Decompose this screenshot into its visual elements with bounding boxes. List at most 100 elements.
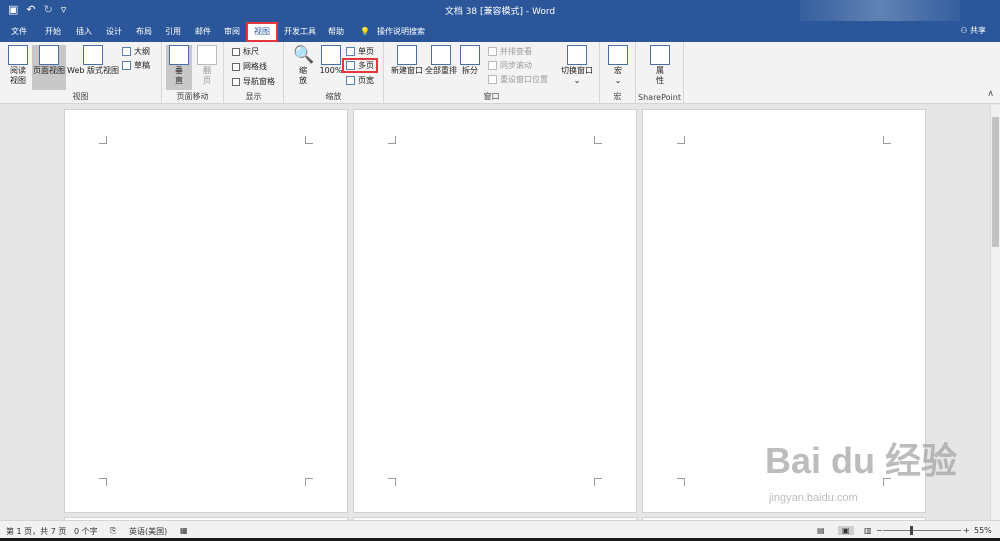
group-macros: 宏 ⌄ 宏 (600, 42, 636, 104)
tab-design[interactable]: 设计 (106, 24, 122, 40)
sync-scroll-label: 同步滚动 (500, 61, 532, 70)
page-2[interactable] (353, 109, 637, 513)
tab-file[interactable]: 文件 (11, 24, 27, 40)
chevron-down-icon: ⌄ (573, 76, 581, 85)
corner-mark (883, 136, 891, 144)
ruler-checkbox[interactable]: 标尺 (232, 46, 259, 57)
group-window: 新建窗口 全部重排 拆分 并排查看 同步滚动 重设窗口位置 切换窗口 ⌄ 窗口 (384, 42, 600, 104)
language[interactable]: 英语(美国) (129, 526, 167, 537)
zoom-button[interactable]: 🔍 缩 放 (290, 45, 316, 86)
side-by-side-icon (488, 47, 497, 56)
chevron-down-icon: ⌄ (614, 76, 622, 85)
web-layout-status-icon[interactable]: ▥ (864, 526, 872, 535)
new-window-button[interactable]: 新建窗口 (388, 45, 426, 76)
side-to-side-button[interactable]: 翻 页 (194, 45, 220, 86)
web-layout-label: Web 版式视图 (67, 66, 119, 75)
vertical-label: 垂 直 (175, 66, 183, 85)
group-show: 标尺 网格线 导航窗格 显示 (224, 42, 284, 104)
corner-mark (305, 478, 313, 486)
ruler-label: 标尺 (243, 47, 259, 56)
group-label-window: 窗口 (483, 92, 500, 101)
properties-button[interactable]: 属 性 (648, 45, 672, 86)
read-mode-status-icon[interactable]: ▤ (817, 526, 825, 535)
tab-help[interactable]: 帮助 (328, 24, 344, 40)
zoom-out-button[interactable]: − (876, 526, 883, 535)
tab-references[interactable]: 引用 (165, 24, 181, 40)
navpane-check[interactable] (232, 77, 240, 86)
zoom-slider-track[interactable] (883, 530, 961, 531)
read-mode-label: 阅读 视图 (10, 66, 26, 85)
multiple-pages-icon (346, 61, 355, 70)
tab-view[interactable]: 视图 (246, 22, 278, 42)
corner-mark (594, 136, 602, 144)
split-button[interactable]: 拆分 (458, 45, 482, 76)
tab-home[interactable]: 开始 (45, 24, 61, 40)
tab-layout[interactable]: 布局 (136, 24, 152, 40)
group-zoom: 🔍 缩 放 100% 单页 多页 页宽 缩放 (284, 42, 384, 104)
vertical-button[interactable]: 垂 直 (166, 45, 192, 90)
zoom-level[interactable]: 55% (974, 526, 992, 535)
word-count[interactable]: 0 个字 (74, 526, 98, 537)
outline-icon (122, 47, 131, 56)
collapse-ribbon-icon[interactable]: ∧ (987, 89, 994, 99)
outline-button[interactable]: 大纲 (122, 46, 150, 57)
print-layout-button[interactable]: 页面视图 (32, 45, 66, 90)
tab-mailings[interactable]: 邮件 (195, 24, 211, 40)
switch-windows-icon (567, 45, 587, 65)
share-label: 共享 (970, 26, 986, 35)
group-views: 阅读 视图 页面视图 Web 版式视图 大纲 草稿 视图 (0, 42, 162, 104)
reset-window-button[interactable]: 重设窗口位置 (488, 74, 548, 85)
one-page-icon (346, 47, 355, 56)
web-layout-icon (83, 45, 103, 65)
corner-mark (388, 136, 396, 144)
baidu-watermark: Bai du 经验 jingyan.baidu.com (765, 432, 965, 512)
sync-scroll-button[interactable]: 同步滚动 (488, 60, 532, 71)
web-layout-button[interactable]: Web 版式视图 (66, 45, 120, 76)
page-count[interactable]: 第 1 页，共 7 页 (6, 526, 66, 537)
tell-me-search[interactable]: 操作说明搜索 (377, 24, 425, 40)
gridlines-checkbox[interactable]: 网格线 (232, 61, 267, 72)
arrange-all-button[interactable]: 全部重排 (424, 45, 458, 76)
title-bar: ▣ ↶ ↻ ▿ 文档 38 [兼容模式] - Word (0, 0, 1000, 21)
gridlines-check[interactable] (232, 62, 240, 71)
watermark-url: jingyan.baidu.com (769, 492, 858, 504)
navpane-checkbox[interactable]: 导航窗格 (232, 76, 275, 87)
macros-icon (608, 45, 628, 65)
arrange-all-icon (431, 45, 451, 65)
zoom-100-button[interactable]: 100% (318, 45, 344, 76)
corner-mark (99, 136, 107, 144)
page-width-button[interactable]: 页宽 (346, 75, 374, 86)
vertical-scrollbar[interactable] (990, 105, 1000, 520)
scrollbar-thumb[interactable] (992, 117, 999, 247)
side-by-side-button[interactable]: 并排查看 (488, 46, 532, 57)
ribbon: 阅读 视图 页面视图 Web 版式视图 大纲 草稿 视图 垂 直 翻 页 页面移… (0, 42, 1000, 104)
multiple-pages-button[interactable]: 多页 (342, 58, 378, 73)
ruler-check[interactable] (232, 47, 240, 56)
macro-record-icon[interactable]: ▦ (180, 526, 188, 535)
zoom-slider-thumb[interactable] (910, 526, 913, 535)
zoom-in-button[interactable]: + (963, 526, 970, 535)
tab-developer[interactable]: 开发工具 (284, 24, 316, 40)
proofing-icon[interactable]: ⎘ (110, 526, 116, 536)
one-page-button[interactable]: 单页 (346, 46, 374, 57)
split-label: 拆分 (462, 66, 478, 75)
switch-windows-button[interactable]: 切换窗口 ⌄ (558, 45, 596, 86)
print-layout-status-icon[interactable]: ▣ (838, 526, 854, 535)
switch-windows-label: 切换窗口 (561, 66, 593, 75)
watermark-text: Bai du 经验 (765, 440, 958, 481)
side-to-side-label: 翻 页 (203, 66, 211, 85)
print-layout-label: 页面视图 (33, 66, 65, 75)
side-to-side-icon (197, 45, 217, 65)
tab-insert[interactable]: 插入 (76, 24, 92, 40)
draft-button[interactable]: 草稿 (122, 60, 150, 71)
group-label-show: 显示 (245, 92, 262, 101)
side-by-side-label: 并排查看 (500, 47, 532, 56)
draft-icon (122, 61, 131, 70)
read-mode-button[interactable]: 阅读 视图 (4, 45, 32, 86)
share-button[interactable]: ⚇ 共享 (960, 25, 986, 36)
tab-review[interactable]: 审阅 (224, 24, 240, 40)
ribbon-tabs: 文件 开始 插入 设计 布局 引用 邮件 审阅 视图 开发工具 帮助 💡 操作说… (0, 21, 1000, 42)
page-1[interactable] (64, 109, 348, 513)
arrange-all-label: 全部重排 (425, 66, 457, 75)
macros-button[interactable]: 宏 ⌄ (606, 45, 630, 86)
